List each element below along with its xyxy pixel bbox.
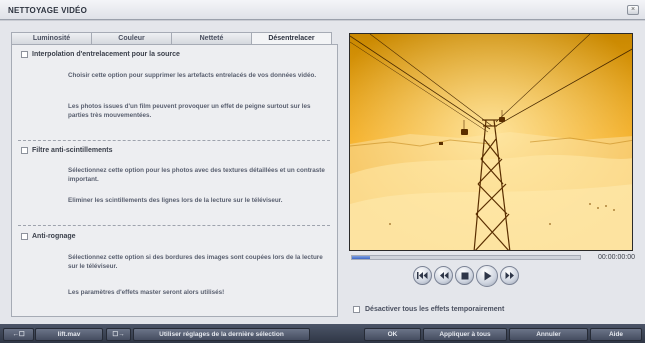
interpolation-checkbox[interactable]: [21, 51, 28, 58]
disable-effects-option[interactable]: Désactiver tous les effets temporairemen…: [353, 306, 504, 313]
stop-button[interactable]: [455, 266, 474, 285]
play-icon: [484, 271, 491, 281]
disable-effects-label: Désactiver tous les effets temporairemen…: [365, 306, 505, 313]
timeline-slider[interactable]: [351, 255, 581, 260]
play-button[interactable]: [476, 265, 498, 287]
tab-nettete[interactable]: Netteté: [171, 32, 252, 44]
interpolation-description-1: Choisir cette option pour supprimer les …: [68, 72, 317, 79]
section-anticrop-header[interactable]: Anti-rognage: [21, 233, 76, 240]
cable-car-scene-image: [350, 34, 632, 250]
rewind-button[interactable]: [434, 266, 453, 285]
skip-back-icon: [417, 272, 428, 279]
antiflicker-description-2: Eliminer les scintillements des lignes l…: [68, 197, 283, 204]
tab-couleur[interactable]: Couleur: [91, 32, 172, 44]
next-file-icon: ☐→: [112, 331, 125, 338]
anticrop-title: Anti-rognage: [32, 233, 76, 240]
disable-effects-checkbox[interactable]: [353, 306, 360, 313]
window-title: NETTOYAGE VIDÉO: [8, 6, 88, 15]
divider: [18, 225, 330, 226]
antiflicker-checkbox[interactable]: [21, 147, 28, 154]
tab-luminosite[interactable]: Luminosité: [11, 32, 92, 44]
bottom-bar: ←☐ lift.mav ☐→ Utiliser réglages de la d…: [0, 324, 645, 343]
apply-all-button[interactable]: Appliquer à tous: [423, 328, 507, 341]
use-last-selection-button[interactable]: Utiliser réglages de la dernière sélecti…: [133, 328, 310, 341]
anticrop-description-1: Sélectionnez cette option si des bordure…: [68, 254, 323, 270]
previous-file-icon: ←☐: [12, 331, 25, 338]
interpolation-title: Interpolation d'entrelacement pour la so…: [32, 51, 180, 58]
skip-back-button[interactable]: [413, 266, 432, 285]
previous-file-button[interactable]: ←☐: [3, 328, 34, 341]
settings-panel: Interpolation d'entrelacement pour la so…: [11, 44, 338, 317]
divider: [18, 140, 330, 141]
antiflicker-title: Filtre anti-scintillements: [32, 147, 113, 154]
cancel-button[interactable]: Annuler: [509, 328, 588, 341]
tab-bar: Luminosité Couleur Netteté Désentrelacer: [11, 32, 332, 45]
timecode: 00:00:00:00: [598, 254, 635, 261]
anticrop-checkbox[interactable]: [21, 233, 28, 240]
stop-icon: [461, 272, 468, 279]
file-name-display: lift.mav: [35, 328, 103, 341]
timeline-progress: [352, 256, 371, 259]
close-button[interactable]: ×: [627, 5, 639, 15]
section-interpolation-header[interactable]: Interpolation d'entrelacement pour la so…: [21, 51, 180, 58]
main-area: Luminosité Couleur Netteté Désentrelacer…: [0, 21, 645, 324]
transport-controls: [413, 265, 519, 287]
rewind-icon: [439, 272, 448, 279]
section-antiflicker-header[interactable]: Filtre anti-scintillements: [21, 147, 113, 154]
ok-button[interactable]: OK: [364, 328, 421, 341]
title-bar: NETTOYAGE VIDÉO ×: [0, 0, 645, 20]
help-button[interactable]: Aide: [590, 328, 642, 341]
anticrop-description-2: Les paramètres d'effets master seront al…: [68, 289, 225, 296]
fast-forward-icon: [505, 272, 514, 279]
video-preview: [349, 33, 633, 251]
antiflicker-description-1: Sélectionnez cette option pour les photo…: [68, 167, 325, 183]
next-file-button[interactable]: ☐→: [106, 328, 131, 341]
fast-forward-button[interactable]: [500, 266, 519, 285]
interpolation-description-2: Les photos issues d'un film peuvent prov…: [68, 103, 311, 119]
